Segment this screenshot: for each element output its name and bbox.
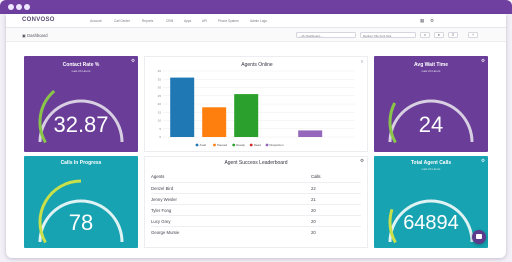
grid-icon[interactable]: ▦	[420, 18, 424, 24]
agent-name: Tyler Fong	[151, 208, 172, 213]
chat-icon	[476, 234, 482, 239]
card-value: 78	[68, 210, 94, 235]
gear-icon[interactable]: ⚙	[481, 58, 485, 64]
bar-paused	[202, 107, 227, 137]
card-value: 32.87	[53, 112, 109, 137]
add-widget-button[interactable]: +	[468, 32, 478, 38]
upload-button[interactable]: ⬆	[434, 32, 444, 38]
y-tick-label: 30	[158, 86, 162, 90]
legend-marker	[249, 143, 253, 147]
gear-icon[interactable]: ⚙	[131, 58, 135, 64]
leaderboard-title: Agent Success Leaderboard	[224, 160, 288, 166]
agent-calls: 20	[311, 230, 316, 235]
bar-ready	[234, 94, 259, 137]
agent-calls: 20	[311, 208, 316, 213]
table-row: Lucy Grey 20	[151, 215, 361, 226]
bar-avail	[170, 77, 195, 137]
total-agent-calls-card: Total Agent Calls Last 24 Hours ⚙ 64894	[374, 156, 488, 248]
page-title-text: Dashboard	[27, 32, 48, 38]
table-row: Tyler Fong 20	[151, 204, 361, 215]
legend-label: Dispositon	[270, 143, 284, 147]
nav-phone-system[interactable]: Phone System	[218, 19, 239, 23]
agent-name: George Mursie	[151, 230, 180, 235]
legend-marker	[195, 143, 199, 147]
window-dot-icon[interactable]	[8, 4, 14, 10]
column-header-calls: Calls	[311, 174, 321, 179]
column-header-agents: Agents	[151, 174, 165, 179]
gear-icon[interactable]: ⚙	[481, 158, 485, 164]
agent-calls: 20	[311, 219, 316, 224]
dashboard-select[interactable]: -- My Dashboard --	[296, 32, 356, 38]
card-value: 24	[418, 112, 444, 137]
font-size-select[interactable]: Medium Title Font Size	[360, 32, 416, 38]
y-tick-label: 0	[159, 135, 161, 139]
card-title: Contact Rate %	[62, 62, 100, 68]
legend-label: Ready	[236, 143, 245, 147]
app-window: CONVOSO Account Call Center Reports CRM …	[6, 14, 506, 258]
leaderboard-header: Agents Calls	[151, 171, 361, 182]
logo: CONVOSO	[22, 17, 55, 23]
agent-name: Lucy Grey	[151, 219, 171, 224]
chart-title: Agents Online	[241, 62, 273, 68]
browser-title-bar	[0, 0, 512, 14]
gear-icon[interactable]: ⚙	[430, 18, 434, 24]
bar-dispositon	[298, 130, 323, 137]
page-title: ▣ Dashboard	[22, 33, 48, 38]
agents-online-card: Agents Online ≡ 0 5 10 15 20 25 30 35 40 Avail Pause…	[144, 56, 368, 152]
y-tick-label: 10	[158, 119, 162, 123]
y-tick-label: 5	[159, 127, 161, 131]
agent-calls: 22	[311, 186, 316, 191]
nav-apps[interactable]: Apps	[184, 19, 191, 23]
nav-reports[interactable]: Reports	[142, 19, 153, 23]
agent-name: Denzel Bird	[151, 186, 174, 191]
dashboard-toolbar: ▣ Dashboard -- My Dashboard -- Medium Ti…	[6, 28, 506, 42]
y-tick-label: 35	[158, 77, 162, 81]
window-dot-icon[interactable]	[24, 4, 30, 10]
legend-marker	[213, 143, 216, 147]
legend-label: Avail	[200, 143, 207, 147]
legend-label: Paused	[217, 143, 228, 147]
top-navbar: CONVOSO Account Call Center Reports CRM …	[6, 14, 506, 28]
y-tick-label: 40	[158, 69, 162, 73]
card-title: Avg Wait Time	[414, 62, 448, 68]
y-tick-label: 25	[158, 94, 162, 98]
nav-admin-logs[interactable]: Admin Logs	[250, 19, 267, 23]
card-title: Total Agent Calls	[410, 160, 452, 166]
agent-calls: 21	[311, 197, 316, 202]
legend-marker	[232, 143, 236, 147]
card-title: Calls In Progress	[60, 160, 102, 166]
y-tick-label: 15	[158, 110, 162, 114]
agent-name: Jenny Wesler	[151, 197, 177, 202]
table-row: George Mursie 20	[151, 226, 361, 237]
table-row: Denzel Bird 22	[151, 182, 361, 193]
card-subtitle: Last 24 Hours	[421, 167, 441, 171]
nav-crm[interactable]: CRM	[166, 19, 173, 23]
window-dot-icon[interactable]	[16, 4, 22, 10]
card-subtitle: Last 24 Hours	[71, 69, 91, 73]
card-subtitle: Last 24 Hours	[421, 69, 441, 73]
table-row: Jenny Wesler 21	[151, 193, 361, 204]
agents-online-chart: Agents Online ≡ 0 5 10 15 20 25 30 35 40 Avail Pause…	[158, 59, 364, 147]
gear-icon[interactable]: ⚙	[360, 158, 364, 164]
nav-call-center[interactable]: Call Center	[114, 19, 130, 23]
dropdown-button[interactable]: ▾	[420, 32, 430, 38]
legend-label: Dead	[254, 143, 262, 147]
avg-wait-card: Avg Wait Time Last 24 Hours ⚙ 24	[374, 56, 488, 152]
calls-in-progress-card: Calls In Progress 78	[24, 156, 138, 248]
nav-account[interactable]: Account	[90, 19, 102, 23]
nav-api[interactable]: API	[202, 19, 207, 23]
legend-marker	[265, 143, 269, 147]
chart-menu-icon[interactable]: ≡	[361, 59, 364, 64]
card-value: 64894	[403, 212, 459, 234]
leaderboard-card: Agent Success Leaderboard ⚙ Agents Calls…	[144, 156, 368, 248]
chat-button[interactable]	[472, 230, 486, 244]
contact-rate-card: Contact Rate % Last 24 Hours ⚙ 32.87	[24, 56, 138, 152]
menu-button[interactable]: ☰	[448, 32, 458, 38]
y-tick-label: 20	[158, 102, 162, 106]
